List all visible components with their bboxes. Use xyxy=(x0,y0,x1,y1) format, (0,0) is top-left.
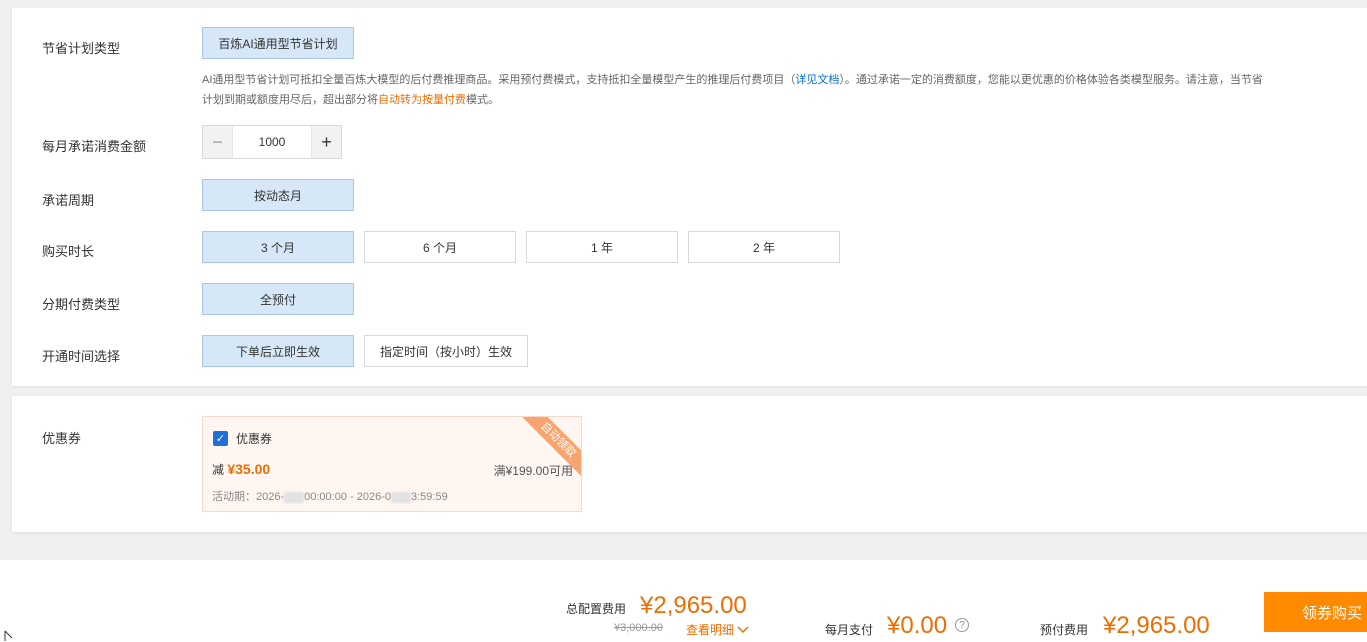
activation-option-scheduled[interactable]: 指定时间（按小时）生效 xyxy=(364,335,528,367)
total-config-label: 总配置费用 xyxy=(566,602,627,616)
coupon-section-label: 优惠券 xyxy=(42,431,82,446)
payment-type-label: 分期付费类型 xyxy=(42,297,121,312)
redacted-blur xyxy=(284,491,305,503)
period-option-dynamic-month[interactable]: 按动态月 xyxy=(202,179,354,211)
prepay-label: 预付费用 xyxy=(1040,623,1089,637)
plan-type-option-general[interactable]: 百炼AI通用型节省计划 xyxy=(202,27,354,59)
monthly-amount-input[interactable] xyxy=(233,126,311,158)
desc-text-3: 计划到期或额度用尽后，超出部分将 xyxy=(202,94,378,106)
docs-link[interactable]: 详见文档 xyxy=(795,74,839,86)
duration-option-2-years[interactable]: 2 年 xyxy=(688,231,840,263)
coupon-condition: 满¥199.00可用 xyxy=(493,464,573,478)
chevron-down-icon xyxy=(737,623,749,637)
increment-button[interactable]: + xyxy=(311,126,341,158)
period-end: 3:59:59 xyxy=(411,491,448,503)
duration-option-6-months[interactable]: 6 个月 xyxy=(364,231,516,263)
monthly-amount-label: 每月承诺消费金额 xyxy=(42,139,147,154)
monthly-pay-price: ¥0.00 xyxy=(887,612,948,639)
original-price: ¥3,000.00 xyxy=(614,622,663,634)
claim-and-buy-button[interactable]: 领券购买 xyxy=(1264,592,1367,632)
commit-period-label: 承诺周期 xyxy=(42,193,95,208)
cursor-icon xyxy=(4,630,14,642)
decrement-button[interactable]: − xyxy=(203,126,233,158)
monthly-amount-stepper: − + xyxy=(202,125,342,159)
desc-text-4: 模式。 xyxy=(466,94,499,106)
coupon-name: 优惠券 xyxy=(236,432,273,446)
view-detail-label: 查看明细 xyxy=(686,623,735,637)
order-footer: 总配置费用 ¥2,965.00 ¥3,000.00 查看明细 每月支付 ¥0.0… xyxy=(0,560,1367,642)
period-mid: 00:00:00 - 2026-0 xyxy=(304,491,391,503)
discount-amount: ¥35.00 xyxy=(227,461,271,477)
coupon-item[interactable]: ✓ 优惠券 减 ¥35.00 满¥199.00可用 活动期：2026- 00:00… xyxy=(202,416,582,512)
period-start: 活动期：2026- xyxy=(212,491,285,503)
coupon-discount: 减 ¥35.00 xyxy=(212,461,270,478)
prepay-price: ¥2,965.00 xyxy=(1103,612,1210,639)
auto-switch-highlight: 自动转为按量付费 xyxy=(378,94,466,106)
plan-type-description: AI通用型节省计划可抵扣全量百炼大模型的后付费推理商品。采用预付费模式，支持抵扣… xyxy=(202,70,1367,110)
coupon-period: 活动期：2026- 00:00:00 - 2026-0 3:59:59 xyxy=(212,488,448,504)
duration-option-1-year[interactable]: 1 年 xyxy=(526,231,678,263)
view-detail-link[interactable]: 查看明细 xyxy=(686,621,749,638)
coupon-checkbox[interactable]: ✓ xyxy=(213,431,228,446)
payment-option-full-prepay[interactable]: 全预付 xyxy=(202,283,354,315)
duration-option-3-months[interactable]: 3 个月 xyxy=(202,231,354,263)
discount-prefix: 减 xyxy=(212,463,225,477)
monthly-pay-label: 每月支付 xyxy=(825,623,874,637)
activation-label: 开通时间选择 xyxy=(42,349,121,364)
total-config-price: ¥2,965.00 xyxy=(640,592,747,619)
activation-option-immediate[interactable]: 下单后立即生效 xyxy=(202,335,354,367)
duration-label: 购买时长 xyxy=(42,244,95,259)
desc-text-1: AI通用型节省计划可抵扣全量百炼大模型的后付费推理商品。采用预付费模式，支持抵扣… xyxy=(202,74,796,86)
help-icon[interactable]: ? xyxy=(955,618,969,632)
desc-text-2: ）。通过承诺一定的消费额度，您能以更优惠的价格体验各类模型服务。请注意，当节省 xyxy=(839,74,1263,86)
coupon-card: 优惠券 ✓ 优惠券 减 ¥35.00 满¥199.00可用 活动期：2026- 0… xyxy=(12,396,1367,532)
redacted-blur xyxy=(391,491,411,503)
config-card: 节省计划类型 百炼AI通用型节省计划 AI通用型节省计划可抵扣全量百炼大模型的后… xyxy=(12,8,1367,386)
plan-type-label: 节省计划类型 xyxy=(42,41,121,56)
